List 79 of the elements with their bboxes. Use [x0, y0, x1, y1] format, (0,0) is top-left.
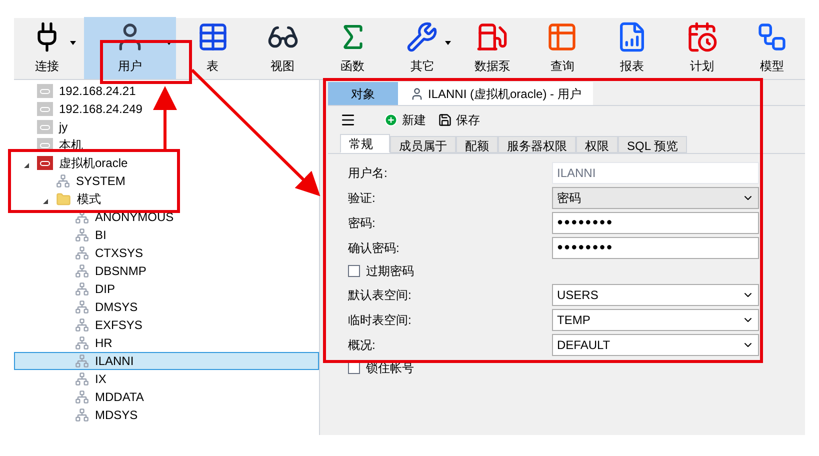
- schema-icon: [75, 372, 89, 386]
- toolbar-button[interactable]: 其它: [389, 17, 456, 79]
- toolbar-button[interactable]: 连接: [14, 17, 80, 79]
- tab[interactable]: 常规: [340, 134, 390, 153]
- folder-icon: [56, 192, 71, 206]
- tree-item[interactable]: ANONYMOUS: [14, 208, 179, 226]
- toolbar-button[interactable]: 视图: [250, 17, 316, 79]
- field-label: 用户名:: [348, 164, 388, 182]
- tree-item[interactable]: EXFSYS: [14, 316, 148, 334]
- field-label: 临时表空间:: [348, 312, 412, 328]
- tree-item[interactable]: 192.168.24.21: [14, 82, 141, 100]
- tree-item[interactable]: MDSYS: [14, 406, 143, 424]
- dropdown-field[interactable]: TEMP: [552, 308, 759, 330]
- tab[interactable]: 服务器权限: [498, 136, 576, 153]
- toolbar-button[interactable]: 新建: [384, 111, 426, 129]
- tab[interactable]: 配额: [456, 136, 498, 153]
- schema-icon: [75, 282, 89, 296]
- schema-icon: [75, 318, 89, 332]
- fuel-pump-icon: [476, 21, 508, 53]
- schema-icon: [75, 408, 89, 422]
- save-icon: [438, 113, 452, 127]
- tree-item[interactable]: DMSYS: [14, 298, 143, 316]
- tab[interactable]: 成员属于: [390, 136, 456, 153]
- password-field[interactable]: ●●●●●●●●: [552, 236, 759, 258]
- toolbar-button[interactable]: 计划: [669, 17, 736, 79]
- tree-item[interactable]: BI: [14, 226, 112, 244]
- checkbox[interactable]: [348, 362, 360, 374]
- field-label: 概况:: [348, 336, 376, 354]
- tree-item[interactable]: IX: [14, 370, 112, 388]
- tab[interactable]: SQL 预览: [618, 136, 687, 153]
- editor-tab[interactable]: 对象: [328, 82, 398, 105]
- tree-item[interactable]: DIP: [14, 280, 120, 298]
- toolbar-button[interactable]: 表: [180, 17, 246, 79]
- tree-item[interactable]: 虚拟机oracle: [14, 154, 133, 172]
- toolbar-button[interactable]: 用户: [84, 17, 176, 79]
- dropdown-field[interactable]: USERS: [552, 284, 759, 306]
- checkbox[interactable]: [348, 265, 360, 277]
- toolbar-button[interactable]: 报表: [599, 17, 666, 79]
- tree-item[interactable]: MDDATA: [14, 388, 149, 406]
- dropdown-field[interactable]: 密码: [552, 186, 759, 208]
- wrench-icon: [406, 21, 438, 53]
- schema-icon: [75, 300, 89, 314]
- editor-tab[interactable]: ILANNI (虚拟机oracle) - 用户: [398, 82, 594, 105]
- tab[interactable]: 权限: [576, 136, 618, 153]
- schema-icon: [75, 390, 89, 404]
- password-field[interactable]: ●●●●●●●●: [552, 212, 759, 234]
- add-icon: [384, 113, 398, 127]
- toolbar-button[interactable]: 数据泵: [459, 17, 526, 79]
- schema-icon: [75, 228, 89, 242]
- schema-icon: [75, 336, 89, 350]
- tree-item[interactable]: DBSNMP: [14, 262, 152, 280]
- schema-icon: [75, 210, 89, 224]
- annotation-arrow: [153, 86, 177, 150]
- calendar-icon: [686, 21, 718, 53]
- dropdown-field[interactable]: DEFAULT: [552, 334, 759, 356]
- flowchart-icon: [756, 21, 788, 53]
- tree-item[interactable]: ILANNI: [14, 352, 319, 370]
- field-label: 密码:: [348, 214, 376, 232]
- schema-icon: [75, 354, 89, 368]
- tree-item[interactable]: jy: [14, 118, 73, 136]
- tree-item[interactable]: 模式: [14, 190, 106, 208]
- schema-icon: [75, 246, 89, 260]
- tree-item[interactable]: SYSTEM: [14, 172, 130, 190]
- menu-icon[interactable]: [340, 112, 356, 128]
- checkbox-label: 过期密码: [366, 263, 414, 280]
- table-icon: [546, 21, 578, 53]
- schema-icon: [75, 264, 89, 278]
- tree-item[interactable]: 192.168.24.249: [14, 100, 148, 118]
- toolbar-button[interactable]: 保存: [438, 111, 480, 129]
- field-label: 默认表空间:: [348, 286, 412, 304]
- toolbar-button[interactable]: 模型: [739, 17, 805, 79]
- tree-item[interactable]: CTXSYS: [14, 244, 148, 262]
- field-label: 验证:: [348, 190, 376, 206]
- toolbar-button[interactable]: 查询: [529, 17, 596, 79]
- toolbar-button[interactable]: 函数: [320, 17, 386, 79]
- field-label: 确认密码:: [348, 240, 400, 256]
- tree-item[interactable]: HR: [14, 334, 118, 352]
- table-icon: [196, 21, 229, 53]
- schema-icon: [56, 174, 70, 188]
